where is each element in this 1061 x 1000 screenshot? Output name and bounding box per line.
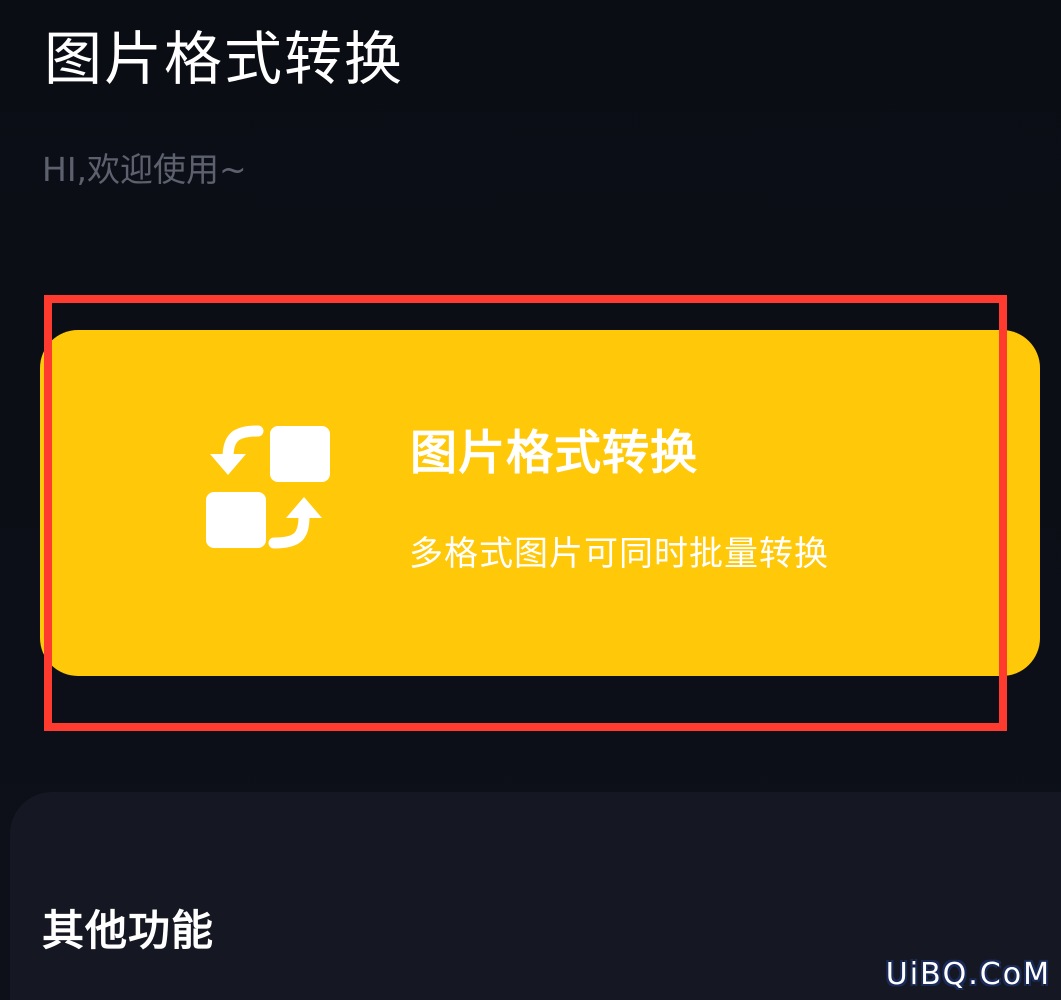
app-screen: 图片格式转换 HI,欢迎使用~ 图片格式转换 多格式图片可同时批量转换 其他功能… <box>0 0 1061 1000</box>
watermark: UiBQ.CoM <box>885 957 1051 992</box>
other-features-title: 其他功能 <box>42 906 215 955</box>
highlight-frame <box>44 295 1007 731</box>
welcome-text: HI,欢迎使用~ <box>42 150 247 189</box>
page-title: 图片格式转换 <box>44 25 405 93</box>
